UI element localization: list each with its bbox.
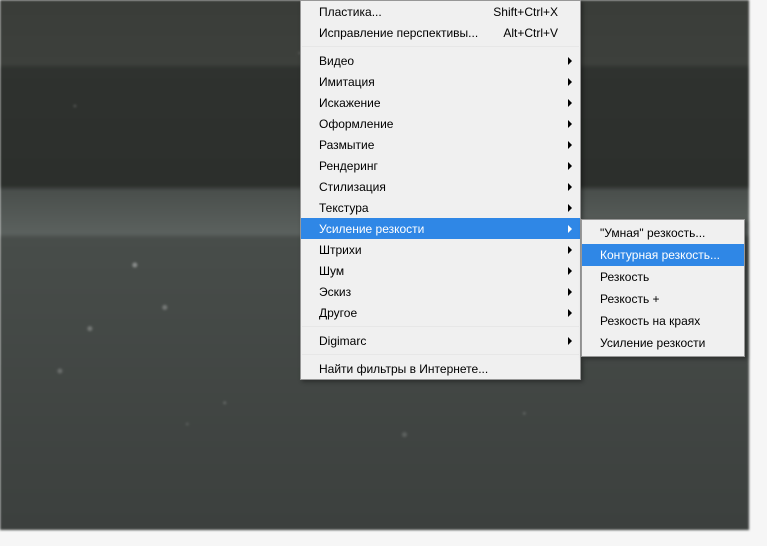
chevron-right-icon bbox=[568, 120, 572, 128]
menu-item-sharpen[interactable]: Усиление резкости bbox=[301, 218, 580, 239]
submenu-item-sharpen[interactable]: Резкость bbox=[582, 266, 744, 288]
chevron-right-icon bbox=[568, 204, 572, 212]
menu-item-pixelate[interactable]: Оформление bbox=[301, 113, 580, 134]
submenu-item-unsharp-mask[interactable]: Контурная резкость... bbox=[582, 244, 744, 266]
menu-item-noise[interactable]: Шум bbox=[301, 260, 580, 281]
menu-item-blur[interactable]: Размытие bbox=[301, 134, 580, 155]
menu-item-label: Резкость bbox=[600, 270, 730, 284]
menu-item-brush-strokes[interactable]: Штрихи bbox=[301, 239, 580, 260]
filter-menu: Пластика... Shift+Ctrl+X Исправление пер… bbox=[300, 0, 581, 380]
menu-item-label: Исправление перспективы... bbox=[319, 26, 491, 40]
menu-item-label: Размытие bbox=[319, 138, 558, 152]
chevron-right-icon bbox=[568, 309, 572, 317]
menu-item-other[interactable]: Другое bbox=[301, 302, 580, 323]
menu-item-label: Штрихи bbox=[319, 243, 558, 257]
menu-item-label: Усиление резкости bbox=[600, 336, 730, 350]
menu-item-label: Усиление резкости bbox=[319, 222, 558, 236]
chevron-right-icon bbox=[568, 337, 572, 345]
menu-item-label: Резкость на краях bbox=[600, 314, 730, 328]
menu-item-label: Digimarc bbox=[319, 334, 558, 348]
menu-item-sketch[interactable]: Эскиз bbox=[301, 281, 580, 302]
menu-item-label: Другое bbox=[319, 306, 558, 320]
menu-item-render[interactable]: Рендеринг bbox=[301, 155, 580, 176]
menu-item-vanishing-point[interactable]: Исправление перспективы... Alt+Ctrl+V bbox=[301, 22, 580, 43]
menu-item-label: Эскиз bbox=[319, 285, 558, 299]
menu-item-label: Текстура bbox=[319, 201, 558, 215]
menu-item-label: Видео bbox=[319, 54, 558, 68]
menu-item-shortcut: Alt+Ctrl+V bbox=[503, 26, 558, 40]
menu-item-texture[interactable]: Текстура bbox=[301, 197, 580, 218]
menu-item-label: Резкость + bbox=[600, 292, 730, 306]
menu-item-label: "Умная" резкость... bbox=[600, 226, 730, 240]
chevron-right-icon bbox=[568, 288, 572, 296]
submenu-item-smart-sharpen[interactable]: "Умная" резкость... bbox=[582, 222, 744, 244]
menu-item-label: Оформление bbox=[319, 117, 558, 131]
menu-item-label: Стилизация bbox=[319, 180, 558, 194]
menu-item-liquify[interactable]: Пластика... Shift+Ctrl+X bbox=[301, 1, 580, 22]
chevron-right-icon bbox=[568, 141, 572, 149]
chevron-right-icon bbox=[568, 57, 572, 65]
menu-separator bbox=[302, 46, 579, 47]
menu-item-stylize[interactable]: Стилизация bbox=[301, 176, 580, 197]
menu-item-label: Имитация bbox=[319, 75, 558, 89]
menu-separator bbox=[302, 326, 579, 327]
chevron-right-icon bbox=[568, 246, 572, 254]
submenu-item-sharpen-more[interactable]: Резкость + bbox=[582, 288, 744, 310]
menu-item-distort[interactable]: Искажение bbox=[301, 92, 580, 113]
menu-item-label: Контурная резкость... bbox=[600, 248, 730, 262]
submenu-item-sharpen-edges[interactable]: Резкость на краях bbox=[582, 310, 744, 332]
menu-item-shortcut: Shift+Ctrl+X bbox=[493, 5, 558, 19]
menu-item-label: Искажение bbox=[319, 96, 558, 110]
app-stage: Пластика... Shift+Ctrl+X Исправление пер… bbox=[0, 0, 767, 546]
menu-item-browse-filters[interactable]: Найти фильтры в Интернете... bbox=[301, 358, 580, 379]
menu-separator bbox=[302, 354, 579, 355]
menu-item-label: Найти фильтры в Интернете... bbox=[319, 362, 558, 376]
chevron-right-icon bbox=[568, 99, 572, 107]
chevron-right-icon bbox=[568, 267, 572, 275]
sharpen-submenu: "Умная" резкость... Контурная резкость..… bbox=[581, 219, 745, 357]
submenu-item-sharpen-amplify[interactable]: Усиление резкости bbox=[582, 332, 744, 354]
menu-item-video[interactable]: Видео bbox=[301, 50, 580, 71]
chevron-right-icon bbox=[568, 162, 572, 170]
menu-item-label: Пластика... bbox=[319, 5, 481, 19]
menu-item-label: Шум bbox=[319, 264, 558, 278]
menu-item-label: Рендеринг bbox=[319, 159, 558, 173]
menu-item-digimarc[interactable]: Digimarc bbox=[301, 330, 580, 351]
chevron-right-icon bbox=[568, 183, 572, 191]
menu-item-artistic[interactable]: Имитация bbox=[301, 71, 580, 92]
chevron-right-icon bbox=[568, 225, 572, 233]
chevron-right-icon bbox=[568, 78, 572, 86]
